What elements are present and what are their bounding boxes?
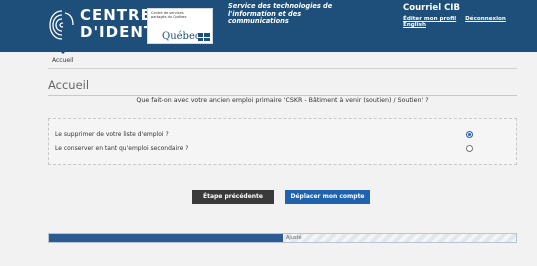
previous-step-button[interactable]: Étape précédente: [192, 190, 274, 204]
service-name: Service des technologies de l'informatio…: [228, 2, 333, 26]
breadcrumb-divider: [48, 68, 517, 69]
question-text: Que fait-on avec votre ancien emploi pri…: [136, 97, 429, 104]
language-link[interactable]: English: [403, 22, 426, 28]
option-delete-radio[interactable]: [466, 131, 473, 138]
option-keep-label[interactable]: Le conserver en tant qu'emploi secondair…: [55, 145, 188, 152]
quebec-logo: Centre de services partagés du Québec Qu…: [147, 8, 213, 44]
options-panel: Le supprimer de votre liste d'emploi ? L…: [48, 118, 517, 165]
user-email: Courriel CIB: [403, 3, 460, 13]
quebec-flag-icon: [198, 33, 210, 41]
quebec-wordmark: Québec: [162, 31, 201, 42]
progress-fill: [49, 234, 283, 242]
header-links: Éditer mon profil Déconnexion English: [403, 16, 537, 28]
move-account-button[interactable]: Déplacer mon compte: [285, 190, 370, 204]
logout-link[interactable]: Déconnexion: [465, 16, 506, 22]
breadcrumb[interactable]: Accueil: [52, 57, 73, 64]
logo-icon: [49, 10, 74, 40]
header-banner: CENTRE D'IDENTITÉ Centre de services par…: [0, 0, 537, 52]
quebec-logo-subtitle: Centre de services partagés du Québec: [151, 11, 187, 19]
option-keep-radio[interactable]: [466, 145, 473, 152]
option-delete-label[interactable]: Le supprimer de votre liste d'emploi ?: [55, 131, 169, 138]
progress-label: Ajusté: [286, 235, 302, 241]
breadcrumb-arrow-icon: [59, 50, 67, 54]
title-divider: [48, 95, 517, 96]
progress-bar: Ajusté: [48, 233, 517, 243]
page-title: Accueil: [48, 78, 90, 92]
